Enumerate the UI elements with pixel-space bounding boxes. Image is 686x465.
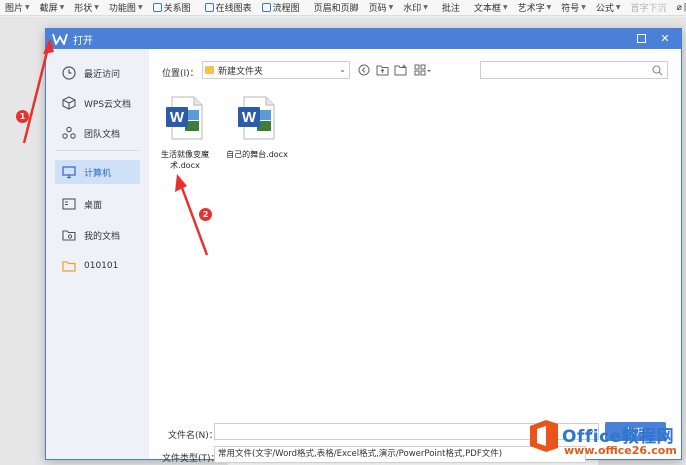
flowchart-icon [261, 3, 271, 12]
up-folder-icon[interactable] [375, 63, 389, 77]
ribbon-relation-chart[interactable]: 关系图 [148, 0, 196, 15]
sidebar-item-desktop[interactable]: 桌面 [55, 192, 140, 216]
location-label: 位置(I)： [162, 69, 199, 79]
wps-logo-icon [52, 33, 68, 45]
watermark-url: www.office26.com [564, 444, 677, 457]
folder-icon [62, 259, 76, 273]
new-folder-icon[interactable] [393, 63, 407, 77]
sidebar-item-label: WPS云文档 [84, 99, 132, 110]
ribbon-shape[interactable]: 形状 ▼ [69, 0, 104, 15]
monitor-icon [62, 165, 76, 179]
cube-icon [62, 96, 76, 110]
ribbon-label: 功能图 [108, 4, 136, 14]
sidebar-divider [56, 150, 139, 151]
chevron-down-icon: ⌄ [339, 65, 346, 74]
file-name: 生活就像变魔术.docx [161, 150, 209, 170]
sidebar-item-label: 我的文档 [84, 231, 121, 242]
ribbon-label: 流程图 [272, 4, 300, 14]
sidebar-item-recent[interactable]: 最近访问 [55, 61, 140, 85]
dialog-sidebar: 最近访问 WPS云文档 团队文档 计算机 桌面 我的文档 010101 [46, 49, 149, 459]
sidebar-item-label: 010101 [84, 261, 119, 271]
toolbar-ribbon: 图片 ▼ 截屏 ▼ 形状 ▼ 功能图 ▼ 关系图 在线图表 流程图 页眉和页脚 页码 ▼ … [0, 0, 686, 16]
chart-icon [204, 3, 214, 12]
relation-icon [152, 3, 162, 12]
ribbon-label: 水印 [403, 4, 422, 14]
close-icon[interactable]: ✕ [657, 31, 673, 47]
office-logo-icon [530, 420, 558, 452]
word-document-icon: W [165, 95, 205, 140]
ribbon-formula[interactable]: 公式 ▼ [591, 0, 626, 15]
dialog-title: 打开 [73, 35, 93, 47]
sidebar-item-folder-010101[interactable]: 010101 [55, 254, 140, 278]
sidebar-item-wps-cloud[interactable]: WPS云文档 [55, 91, 140, 115]
ribbon-wordart[interactable]: 艺术字 ▼ [513, 0, 557, 15]
ribbon-label: 页眉和页脚 [313, 4, 359, 14]
ribbon-watermark[interactable]: 水印 ▼ [398, 0, 433, 15]
search-icon [652, 65, 663, 76]
file-name: 自己的舞台.docx [226, 150, 288, 159]
folder-icon [205, 66, 214, 74]
ribbon-drop-cap[interactable]: 首字下沉 [625, 0, 671, 15]
dialog-titlebar[interactable]: 打开 ✕ [46, 29, 681, 49]
open-file-dialog: 打开 ✕ 最近访问 WPS云文档 团队文档 计算机 桌面 我的文档 010101… [45, 28, 682, 464]
ribbon-textbox[interactable]: 文本框 ▼ [469, 0, 513, 15]
desktop-icon [62, 197, 76, 211]
ribbon-online-chart[interactable]: 在线图表 [200, 0, 257, 15]
ribbon-flowchart[interactable]: 流程图 [257, 0, 305, 15]
ribbon-comment[interactable]: 批注 [437, 0, 465, 15]
back-icon[interactable] [357, 63, 371, 77]
file-item[interactable]: W 生活就像变魔术.docx [149, 95, 221, 171]
ribbon-label: 截屏 [39, 4, 58, 14]
location-value: 新建文件夹 [218, 66, 264, 77]
word-document-icon: W [237, 95, 277, 140]
ribbon-header-footer[interactable]: 页眉和页脚 [309, 0, 364, 15]
clock-icon [62, 66, 76, 80]
sidebar-item-team-docs[interactable]: 团队文档 [55, 121, 140, 145]
ribbon-page-number[interactable]: 页码 ▼ [364, 0, 399, 15]
location-select[interactable]: 新建文件夹 ⌄ [202, 61, 350, 79]
file-item[interactable]: W 自己的舞台.docx [221, 95, 293, 160]
view-options-icon[interactable] [413, 63, 433, 77]
filetype-label: 文件类型(T)： [162, 454, 220, 464]
search-input[interactable] [480, 61, 668, 79]
svg-text:W: W [242, 109, 257, 126]
documents-icon [62, 228, 76, 242]
maximize-icon[interactable] [633, 31, 649, 47]
ribbon-label: 符号 [561, 4, 580, 14]
ribbon-label: 在线图表 [215, 4, 252, 14]
ribbon-symbol[interactable]: 符号 ▼ [556, 0, 591, 15]
ribbon-attachment[interactable]: ⌀附件 [672, 0, 686, 15]
sidebar-item-label: 桌面 [84, 200, 103, 211]
ribbon-label: 页码 [368, 4, 387, 14]
sidebar-item-my-documents[interactable]: 我的文档 [55, 223, 140, 247]
filename-label: 文件名(N)： [168, 431, 218, 441]
ribbon-label: 艺术字 [517, 4, 545, 14]
sidebar-item-computer[interactable]: 计算机 [55, 160, 140, 184]
paperclip-icon: ⌀ [676, 2, 682, 13]
team-icon [62, 126, 76, 140]
ribbon-label: 形状 [74, 4, 93, 14]
sidebar-item-label: 最近访问 [84, 69, 121, 80]
ribbon-label: 文本框 [473, 4, 501, 14]
ribbon-screenshot[interactable]: 截屏 ▼ [35, 0, 70, 15]
dialog-main: 位置(I)： 新建文件夹 ⌄ W 生活就像变魔术.docx W 自己的舞台.do… [149, 49, 681, 464]
sidebar-item-label: 团队文档 [84, 129, 121, 140]
ribbon-label: 首字下沉 [630, 4, 667, 14]
svg-text:W: W [170, 109, 185, 126]
ribbon-label: 关系图 [163, 4, 191, 14]
ribbon-label: 图片 [5, 4, 24, 14]
watermark: Office教程网 www.office26.com [524, 414, 684, 460]
sidebar-item-label: 计算机 [84, 168, 112, 179]
ribbon-label: 公式 [595, 4, 614, 14]
ribbon-function-chart[interactable]: 功能图 ▼ [104, 0, 148, 15]
annotation-badge: 2 [199, 208, 212, 221]
ribbon-picture[interactable]: 图片 ▼ [0, 0, 35, 15]
ribbon-label: 批注 [441, 4, 460, 14]
annotation-badge: 1 [16, 110, 29, 123]
